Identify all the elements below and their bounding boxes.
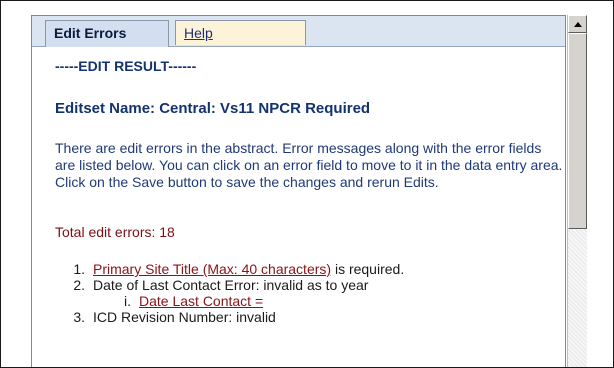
edit-errors-panel: Edit Errors Help -----EDIT RESULT------ … [31,15,566,367]
instructions-text: There are edit errors in the abstract. E… [55,140,563,190]
scroll-up-button[interactable] [568,15,587,33]
list-subitem: i. Date Last Contact = [109,293,563,309]
tab-bar: Edit Errors Help [32,16,565,47]
scrollbar-thumb[interactable] [568,33,587,229]
error-list: 1. Primary Site Title (Max: 40 characters… [63,261,563,325]
list-item: 1. Primary Site Title (Max: 40 characters… [63,261,563,277]
edit-result-header: -----EDIT RESULT------ [55,58,197,74]
list-item: 3. ICD Revision Number: invalid [63,309,563,325]
total-errors: Total edit errors: 18 [55,224,175,240]
item-number: 1. [73,261,85,277]
subitem-number: i. [124,293,131,309]
editset-name: Editset Name: Central: Vs11 NPCR Require… [55,100,371,117]
arrow-up-icon [573,21,582,27]
error-message: Date of Last Contact Error: invalid as t… [93,277,369,293]
error-message: ICD Revision Number: invalid [93,309,276,325]
window-frame: Edit Errors Help -----EDIT RESULT------ … [0,0,614,368]
item-number: 2. [73,277,85,293]
vertical-scrollbar[interactable] [567,15,587,367]
error-message: is required. [331,261,405,277]
error-field-link[interactable]: Date Last Contact = [139,293,263,309]
list-item: 2. Date of Last Contact Error: invalid as… [63,277,563,293]
item-number: 3. [73,309,85,325]
tab-edit-errors[interactable]: Edit Errors [45,20,169,47]
error-field-link[interactable]: Primary Site Title (Max: 40 characters) [93,261,331,277]
tab-help[interactable]: Help [175,20,306,45]
